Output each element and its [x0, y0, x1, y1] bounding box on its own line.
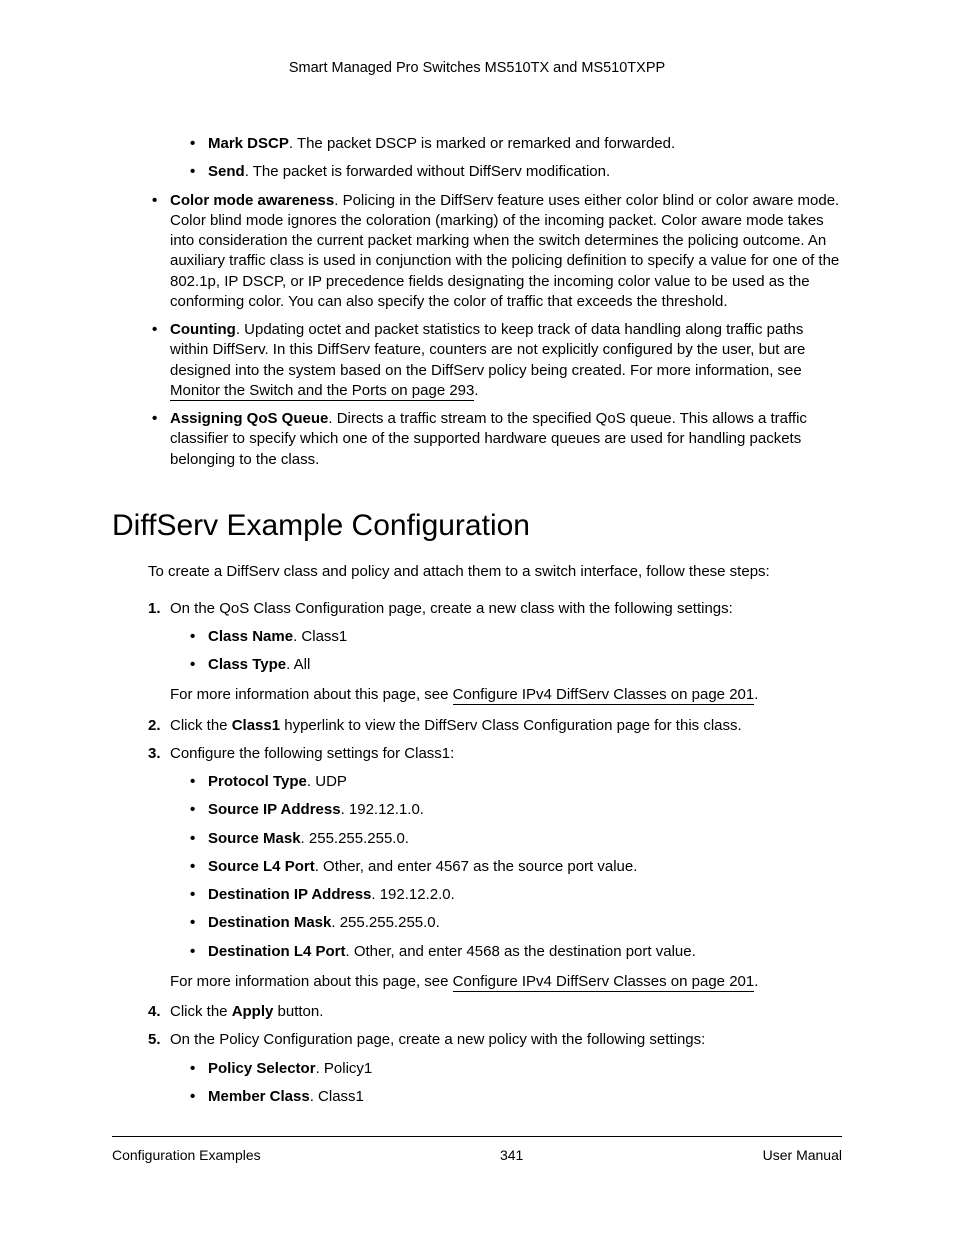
bullet-text: . All [286, 656, 310, 673]
note-text: . [754, 973, 758, 990]
list-item: Class Type. All [186, 655, 842, 675]
bullet-label: Protocol Type [208, 773, 307, 790]
footer-page-number: 341 [500, 1147, 523, 1163]
bullet-label: Member Class [208, 1088, 310, 1105]
inline-bold: Class1 [232, 717, 280, 734]
bullet-text: . The packet DSCP is marked or remarked … [289, 135, 675, 152]
list-item: Counting. Updating octet and packet stat… [148, 320, 842, 401]
document-page: Smart Managed Pro Switches MS510TX and M… [0, 0, 954, 1235]
step-number: 2. [148, 716, 161, 736]
step-number: 4. [148, 1002, 161, 1022]
step-note: For more information about this page, se… [170, 685, 842, 705]
step-item: 1. On the QoS Class Configuration page, … [148, 599, 842, 619]
list-item: Protocol Type. UDP [186, 772, 842, 792]
bullet-text: . Updating octet and packet statistics t… [170, 321, 805, 379]
main-bullet-list: Color mode awareness. Policing in the Di… [148, 191, 842, 470]
step-note: For more information about this page, se… [170, 972, 842, 992]
bullet-text: . Policy1 [316, 1060, 373, 1077]
list-item: Assigning QoS Queue. Directs a traffic s… [148, 409, 842, 470]
bullet-text: . Policing in the DiffServ feature uses … [170, 192, 839, 310]
footer-right: User Manual [763, 1147, 842, 1163]
list-item: Destination IP Address. 192.12.2.0. [186, 885, 842, 905]
list-item: Source Mask. 255.255.255.0. [186, 829, 842, 849]
bullet-text: . Class1 [310, 1088, 364, 1105]
step-text: Configure the following settings for Cla… [170, 745, 454, 762]
step-item: 3. Configure the following settings for … [148, 744, 842, 764]
steps-list: 1. On the QoS Class Configuration page, … [148, 599, 842, 619]
step-bullet-list: Class Name. Class1 Class Type. All [186, 627, 842, 676]
bullet-text: . 192.12.2.0. [371, 886, 454, 903]
inline-bold: Apply [232, 1003, 274, 1020]
step-item: 4. Click the Apply button. [148, 1002, 842, 1022]
step-text: hyperlink to view the DiffServ Class Con… [280, 717, 742, 734]
bullet-label: Destination Mask [208, 914, 331, 931]
step-text: On the Policy Configuration page, create… [170, 1031, 705, 1048]
bullet-text: . 192.12.1.0. [341, 801, 424, 818]
bullet-text: . The packet is forwarded without DiffSe… [245, 163, 610, 180]
list-item: Color mode awareness. Policing in the Di… [148, 191, 842, 313]
footer-left: Configuration Examples [112, 1147, 261, 1163]
page-header: Smart Managed Pro Switches MS510TX and M… [112, 60, 842, 76]
body-content: Mark DSCP. The packet DSCP is marked or … [112, 134, 842, 1107]
cross-reference-link[interactable]: Monitor the Switch and the Ports on page… [170, 382, 474, 401]
step-bullet-list: Policy Selector. Policy1 Member Class. C… [186, 1059, 842, 1108]
bullet-text: . Other, and enter 4568 as the destinati… [346, 943, 696, 960]
bullet-label: Source L4 Port [208, 858, 315, 875]
sub-bullet-list: Mark DSCP. The packet DSCP is marked or … [186, 134, 842, 183]
list-item: Source L4 Port. Other, and enter 4567 as… [186, 857, 842, 877]
bullet-label: Counting [170, 321, 236, 338]
list-item: Member Class. Class1 [186, 1087, 842, 1107]
bullet-label: Source Mask [208, 830, 301, 847]
list-item: Destination Mask. 255.255.255.0. [186, 913, 842, 933]
bullet-label: Policy Selector [208, 1060, 316, 1077]
list-item: Mark DSCP. The packet DSCP is marked or … [186, 134, 842, 154]
step-bullet-list: Protocol Type. UDP Source IP Address. 19… [186, 772, 842, 962]
note-text: For more information about this page, se… [170, 686, 453, 703]
bullet-text: . 255.255.255.0. [331, 914, 439, 931]
step-item: 2. Click the Class1 hyperlink to view th… [148, 716, 842, 736]
bullet-label: Class Type [208, 656, 286, 673]
steps-list: 4. Click the Apply button. 5. On the Pol… [148, 1002, 842, 1051]
bullet-label: Assigning QoS Queue [170, 410, 328, 427]
bullet-label: Source IP Address [208, 801, 341, 818]
list-item: Source IP Address. 192.12.1.0. [186, 800, 842, 820]
bullet-label: Destination L4 Port [208, 943, 346, 960]
bullet-text: . [474, 382, 478, 399]
bullet-label: Send [208, 163, 245, 180]
list-item: Send. The packet is forwarded without Di… [186, 162, 842, 182]
note-text: For more information about this page, se… [170, 973, 453, 990]
cross-reference-link[interactable]: Configure IPv4 DiffServ Classes on page … [453, 973, 755, 992]
bullet-text: . UDP [307, 773, 347, 790]
bullet-label: Color mode awareness [170, 192, 334, 209]
list-item: Policy Selector. Policy1 [186, 1059, 842, 1079]
step-text: Click the [170, 717, 232, 734]
list-item: Class Name. Class1 [186, 627, 842, 647]
step-number: 3. [148, 744, 161, 764]
bullet-text: . Other, and enter 4567 as the source po… [315, 858, 638, 875]
cross-reference-link[interactable]: Configure IPv4 DiffServ Classes on page … [453, 686, 755, 705]
bullet-text: . 255.255.255.0. [301, 830, 409, 847]
step-number: 1. [148, 599, 161, 619]
note-text: . [754, 686, 758, 703]
list-item: Destination L4 Port. Other, and enter 45… [186, 942, 842, 962]
steps-list: 2. Click the Class1 hyperlink to view th… [148, 716, 842, 765]
section-heading: DiffServ Example Configuration [112, 506, 842, 547]
page-footer: Configuration Examples 341 User Manual [112, 1136, 842, 1163]
bullet-label: Class Name [208, 628, 293, 645]
step-text: On the QoS Class Configuration page, cre… [170, 600, 733, 617]
step-number: 5. [148, 1030, 161, 1050]
step-item: 5. On the Policy Configuration page, cre… [148, 1030, 842, 1050]
step-text: Click the [170, 1003, 232, 1020]
bullet-label: Mark DSCP [208, 135, 289, 152]
step-text: button. [273, 1003, 323, 1020]
bullet-label: Destination IP Address [208, 886, 371, 903]
intro-paragraph: To create a DiffServ class and policy an… [148, 562, 842, 582]
bullet-text: . Class1 [293, 628, 347, 645]
